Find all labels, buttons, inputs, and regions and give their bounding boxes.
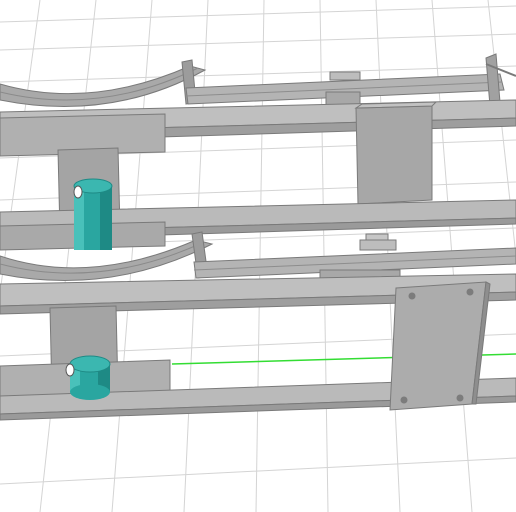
cylinder-bottom[interactable] [65, 355, 111, 400]
3d-viewport[interactable] [0, 0, 516, 512]
cylinder-top[interactable] [73, 178, 113, 250]
bracket-plate[interactable] [389, 281, 491, 411]
viewport-canvas[interactable] [0, 0, 516, 512]
